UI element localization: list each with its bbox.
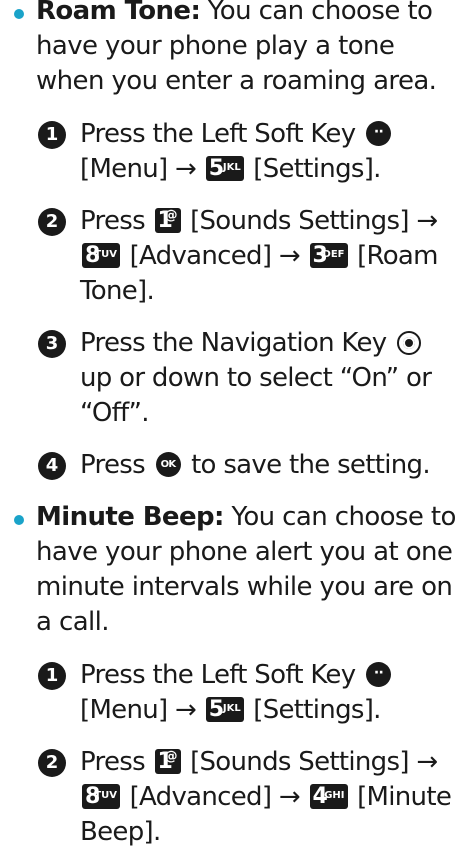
- ok-key-icon: [155, 452, 181, 477]
- key-8-icon: 8 TUV: [82, 784, 120, 809]
- minute-beep-bullet: Minute Beep: You can choose to have your…: [0, 500, 467, 640]
- minute-beep-steps: 1 Press the Left Soft Key [Menu] → 5JKL …: [0, 658, 467, 850]
- left-soft-key-icon: [365, 662, 391, 687]
- left-soft-key-icon: [365, 121, 391, 146]
- step-number: 2: [38, 749, 66, 777]
- key-1-icon: 1 @: [154, 749, 181, 774]
- key-3-icon: 3 DEF: [309, 243, 348, 268]
- key-4-icon: 4 GHI: [309, 784, 348, 809]
- navigation-key-icon: [397, 331, 422, 355]
- key-5-icon: 5 JKL: [205, 156, 244, 181]
- step-1: 1 Press the Left Soft Key [Menu] → 5JKL …: [38, 658, 461, 728]
- key-5-icon: 5 JKL: [205, 697, 244, 722]
- step-4: 4 Press to save the setting.: [38, 448, 461, 483]
- minute-beep-description: Minute Beep: You can choose to have your…: [36, 502, 456, 637]
- step-2: 2 Press 1 @ [Sounds Settings] → 8 TUV [Adv…: [38, 745, 461, 850]
- step-number: 4: [38, 452, 66, 480]
- minute-beep-term: Minute Beep:: [36, 502, 224, 532]
- step-number: 1: [38, 662, 66, 690]
- step-1: 1 Press the Left Soft Key [Menu] → 5JKL …: [38, 117, 461, 187]
- step-3: 3 Press the Navigation Key up or down to…: [38, 326, 461, 431]
- bullet-dot: [14, 515, 24, 525]
- roam-tone-bullet: Roam Tone: You can choose to have your p…: [0, 0, 467, 99]
- step-number: 2: [38, 208, 66, 236]
- bullet-dot: [14, 9, 24, 19]
- step-number: 3: [38, 330, 66, 358]
- roam-tone-steps: 1 Press the Left Soft Key [Menu] → 5JKL …: [0, 117, 467, 483]
- step-number: 1: [38, 121, 66, 149]
- manual-page: Roam Tone: You can choose to have your p…: [0, 0, 467, 867]
- roam-tone-description: Roam Tone: You can choose to have your p…: [36, 0, 461, 99]
- step-2: 2 Press 1 @ [Sounds Settings] → 8 TUV [Adv…: [38, 204, 461, 309]
- key-1-icon: 1 @: [154, 208, 181, 233]
- key-8-icon: 8 TUV: [82, 243, 120, 268]
- roam-tone-term: Roam Tone:: [36, 0, 201, 26]
